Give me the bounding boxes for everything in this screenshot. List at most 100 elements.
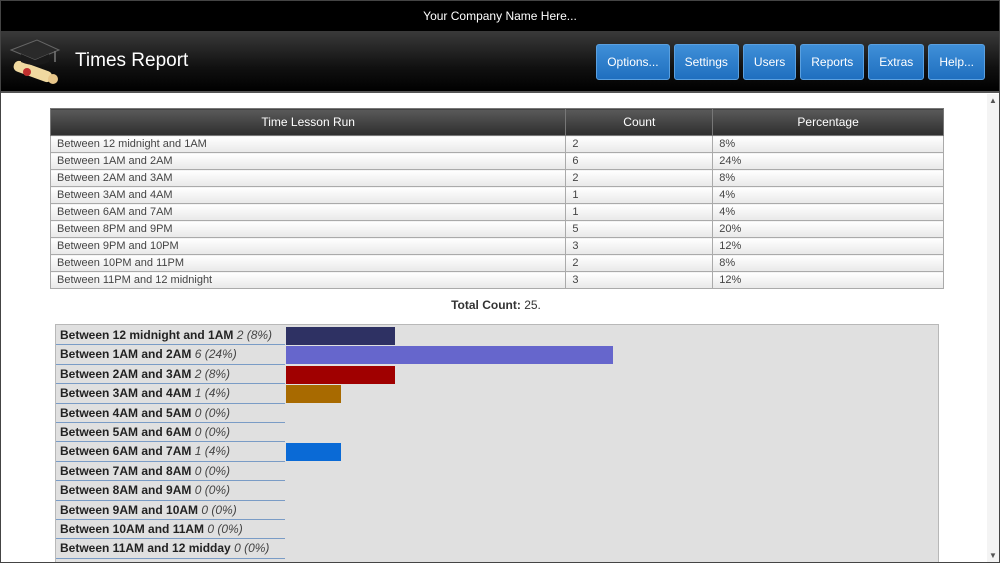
total-count-value: 25. [524,298,541,312]
page-title: Times Report [75,50,189,71]
column-header-percentage[interactable]: Percentage [712,108,944,136]
chart-category-label: Between 11AM and 12 midday [60,541,235,556]
chart-category-label: Between 8AM and 9AM [60,483,195,498]
chart-row: Between 9AM and 10AM 0 (0%) [56,501,940,520]
chart-row: Between 7AM and 8AM 0 (0%) [56,462,940,482]
company-name: Your Company Name Here... [423,9,577,23]
table-cell: Between 8PM and 9PM [49,220,567,238]
chart-value-label: 6 (24%) [194,347,237,362]
table-cell: Between 6AM and 7AM [49,203,567,221]
users-button[interactable]: Users [742,44,797,80]
table-row: Between 8PM and 9PM 5 20% [49,220,944,238]
chart-category-label: Between 9AM and 10AM [60,502,202,517]
table-cell: Between 3AM and 4AM [49,186,567,204]
main-nav: Options... Settings Users Reports Extras… [596,44,985,80]
extras-button[interactable]: Extras [868,44,925,80]
chart-value-label: 1 (4%) [194,444,231,459]
table-row: Between 6AM and 7AM 1 4% [49,203,944,221]
chart-row: Between 5AM and 6AM 0 (0%) [56,423,940,443]
chart-value-label: 0 (0%) [194,483,231,498]
chart-row: Between 2AM and 3AM 2 (8%) [56,365,940,385]
table-cell: 5 [565,220,714,238]
table-cell: 1 [565,186,714,204]
table-cell: Between 10PM and 11PM [49,254,567,272]
chart-category-label: Between 6AM and 7AM [60,444,195,459]
help-button[interactable]: Help... [928,44,985,80]
app-header: Times Report Options... Settings Users R… [1,31,999,93]
table-cell: 24% [712,152,944,170]
vertical-scrollbar[interactable]: ▲ ▼ [987,94,999,562]
chart-row: Between 1AM and 2AM 6 (24%) [56,345,940,365]
column-header-time[interactable]: Time Lesson Run [49,108,567,136]
chart-row-label: Between 5AM and 6AM 0 (0%) [56,423,285,443]
chart-row-label: Between 4AM and 5AM 0 (0%) [56,404,285,423]
chart-category-label: Between 10AM and 11AM [60,522,208,536]
chart-value-label: 1 (4%) [194,386,231,401]
table-cell: 2 [565,169,714,187]
table-cell: 3 [565,237,714,255]
chart-row-label: Between 12 midnight and 1AM 2 (8%) [56,326,285,346]
table-cell: 4% [712,203,944,221]
chart-category-label: Between 4AM and 5AM [60,405,195,420]
chart-value-label: 0 (0%) [234,541,270,556]
times-table: Time Lesson Run Count Percentage Between… [49,108,944,289]
chart-row-label: Between 7AM and 8AM 0 (0%) [56,462,285,482]
table-row: Between 3AM and 4AM 1 4% [49,186,944,204]
table-cell: 6 [565,152,714,170]
chart-value-label: 0 (0%) [194,463,231,478]
table-cell: 3 [565,271,714,289]
chart-bar [286,385,341,404]
settings-button[interactable]: Settings [673,44,739,80]
chart-row-label: Between 6AM and 7AM 1 (4%) [56,442,285,462]
table-cell: 2 [565,254,714,272]
chart-value-label: 2 (8%) [236,328,273,342]
scroll-up-icon[interactable]: ▲ [987,96,999,105]
table-header-row: Time Lesson Run Count Percentage [49,108,944,136]
chart-value-label: 0 (0%) [194,425,231,439]
graduation-logo-icon [7,36,61,86]
chart-row-label: Between 10AM and 11AM 0 (0%) [56,520,285,540]
table-row: Between 9PM and 10PM 3 12% [49,237,944,255]
chart-row: Between 8AM and 9AM 0 (0%) [56,481,940,501]
table-cell: 2 [565,135,714,153]
chart-row-label: Between 1AM and 2AM 6 (24%) [56,345,285,365]
chart-row-label: Between 2AM and 3AM 2 (8%) [56,365,285,385]
reports-button[interactable]: Reports [800,44,865,80]
table-row: Between 1AM and 2AM 6 24% [49,152,944,170]
table-cell: 12% [712,271,944,289]
table-cell: Between 1AM and 2AM [49,152,567,170]
chart-category-label: Between 2AM and 3AM [60,366,195,381]
chart-row: Between 10AM and 11AM 0 (0%) [56,520,940,540]
chart-row-label: Between 11AM and 12 midday 0 (0%) [56,539,285,559]
chart-bar [286,327,395,345]
table-cell: 1 [565,203,714,221]
chart-category-label: Between 3AM and 4AM [60,386,195,401]
table-cell: Between 9PM and 10PM [49,237,567,255]
table-cell: 8% [712,135,944,153]
chart-bar [286,443,341,462]
table-cell: Between 12 midnight and 1AM [49,135,567,153]
chart-row-label: Between 8AM and 9AM 0 (0%) [56,481,285,501]
chart-row: Between 6AM and 7AM 1 (4%) [56,442,940,462]
chart-value-label: 0 (0%) [207,522,243,536]
chart-value-label: 0 (0%) [201,502,237,517]
table-cell: 12% [712,237,944,255]
chart-category-label: Between 1AM and 2AM [60,347,195,362]
chart-bar [286,365,395,384]
chart-bar [286,346,613,365]
scroll-down-icon[interactable]: ▼ [987,551,999,560]
options-button[interactable]: Options... [596,44,670,80]
chart-row: Between 4AM and 5AM 0 (0%) [56,404,940,423]
chart-value-label: 0 (0%) [194,405,231,420]
table-cell: Between 11PM and 12 midnight [49,271,567,289]
column-header-count[interactable]: Count [565,108,714,136]
chart-category-label: Between 5AM and 6AM [60,425,195,439]
total-count-label: Total Count: [451,298,521,312]
table-cell: Between 2AM and 3AM [49,169,567,187]
table-row: Between 11PM and 12 midnight 3 12% [49,271,944,289]
chart-row: Between 3AM and 4AM 1 (4%) [56,384,940,404]
total-count: Total Count: 25. [1,298,991,312]
table-cell: 20% [712,220,944,238]
table-cell: 8% [712,169,944,187]
chart-row: Between 11AM and 12 midday 0 (0%) [56,539,940,559]
